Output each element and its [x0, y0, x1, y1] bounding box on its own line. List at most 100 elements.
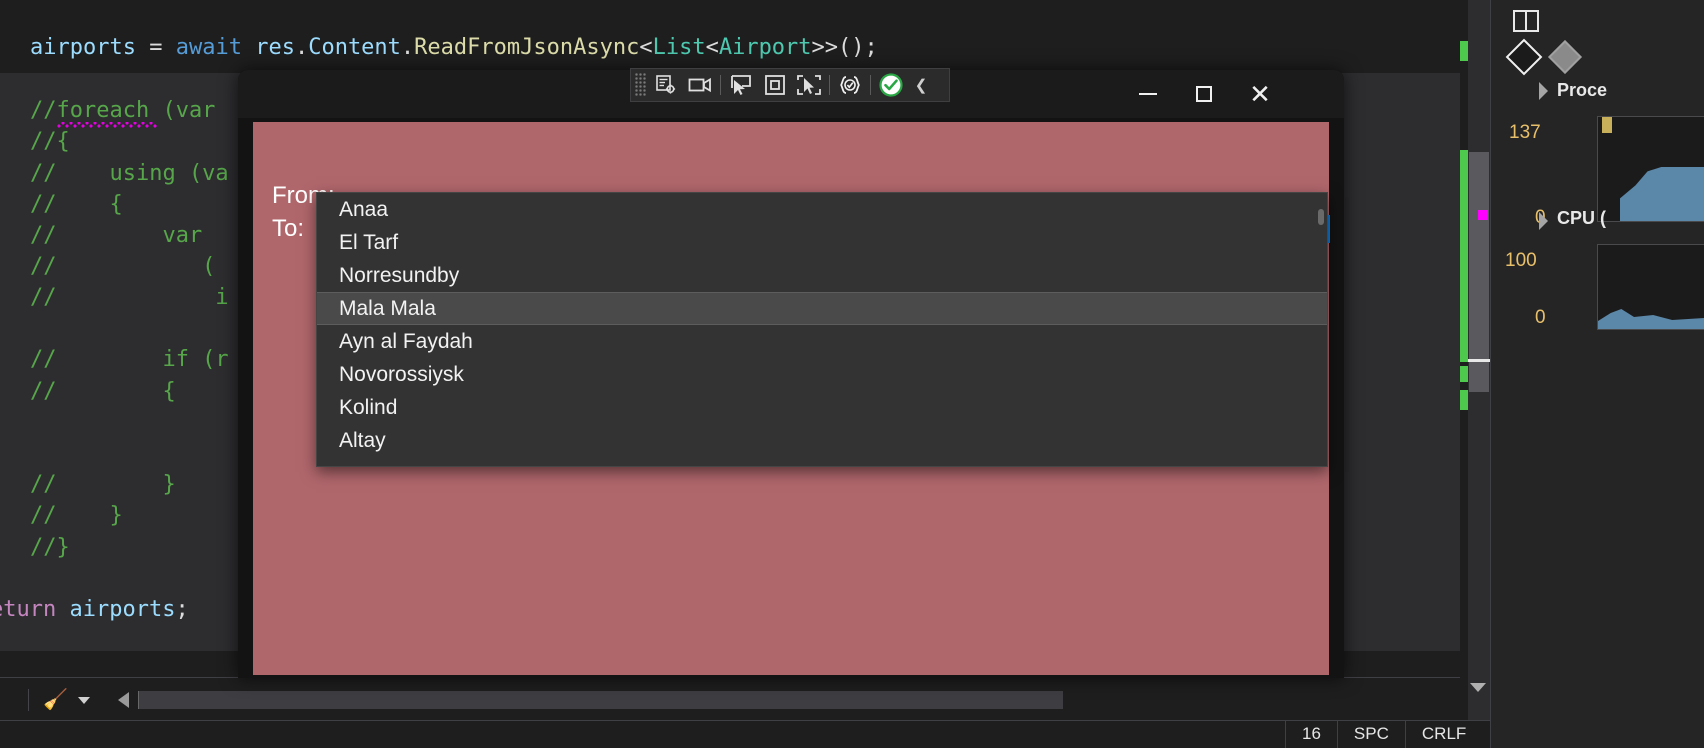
map-mark — [1460, 41, 1468, 61]
cpu-min: 0 — [1535, 307, 1546, 328]
track-focused-element-icon[interactable] — [792, 70, 826, 100]
code-token: . — [400, 35, 415, 60]
dropdown-item-label: Norresundby — [339, 263, 460, 287]
process-memory-collapse-icon[interactable] — [1539, 82, 1548, 100]
code-line: //{ — [30, 129, 70, 154]
vscroll-thumb[interactable] — [1469, 152, 1489, 392]
vscroll-down-arrow[interactable] — [1470, 683, 1486, 692]
to-combobox-dropdown[interactable]: Anaa El Tarf Norresundby Mala Mala Ayn al Fa… — [316, 192, 1328, 467]
process-memory-graph[interactable] — [1597, 116, 1704, 222]
divider — [28, 689, 29, 711]
code-token: = — [149, 35, 176, 60]
code-line: // if (r — [30, 347, 229, 372]
maximize-button[interactable] — [1176, 70, 1232, 118]
dropdown-item[interactable]: Norresundby — [317, 259, 1327, 292]
select-element-icon[interactable] — [724, 70, 758, 100]
editor-bottom-strip[interactable]: 🧹 — [0, 677, 1490, 722]
code-token: Airport — [718, 35, 812, 60]
display-layout-adorner-icon[interactable] — [758, 70, 792, 100]
code-line: // using (va — [30, 161, 229, 186]
code-token: ; — [175, 597, 189, 622]
maximize-icon — [1196, 86, 1212, 102]
code-token: Content — [308, 35, 401, 60]
code-token: //} — [30, 535, 70, 560]
hscroll-track[interactable] — [137, 691, 1063, 709]
map-mark — [1460, 366, 1468, 382]
dropdown-item[interactable]: Novorossiysk — [317, 358, 1327, 391]
close-icon: ✕ — [1249, 79, 1271, 109]
code-token: // if (r — [30, 347, 229, 372]
hscroll-thumb[interactable] — [137, 691, 139, 709]
map-mark — [1460, 150, 1468, 202]
code-line: // ( — [30, 254, 215, 279]
code-token: < — [639, 35, 653, 60]
diamond-outline-icon[interactable] — [1505, 38, 1543, 76]
code-line: // { — [30, 192, 123, 217]
close-button[interactable]: ✕ — [1232, 70, 1288, 118]
dropdown-item-label: El Tarf — [339, 230, 399, 254]
status-cell-line-ending[interactable]: CRLF — [1404, 720, 1482, 748]
divider — [870, 75, 871, 95]
map-mark — [1460, 202, 1468, 362]
code-line: // } — [30, 503, 123, 528]
dropdown-item[interactable]: Mala Mala — [317, 292, 1327, 325]
status-cell-indentation[interactable]: SPC — [1336, 720, 1405, 748]
code-token: eturn — [0, 597, 57, 622]
vscroll-caret-marker — [1468, 359, 1490, 362]
error-squiggle — [57, 122, 157, 128]
code-token: airports — [30, 35, 150, 60]
dropdown-item[interactable]: Kolind — [317, 391, 1327, 424]
screen: airports = await res.Content.ReadFromJso… — [0, 0, 1704, 748]
to-label: To: — [272, 215, 305, 242]
dropdown-list[interactable]: Anaa El Tarf Norresundby Mala Mala Ayn al Fa… — [317, 193, 1327, 457]
record-camera-icon[interactable] — [683, 70, 717, 100]
code-cleanup-icon[interactable]: 🧹 — [43, 690, 68, 710]
minimize-button[interactable] — [1120, 70, 1176, 118]
code-line: //} — [30, 535, 70, 560]
editor-scroll-map — [1460, 0, 1468, 722]
code-token: // var — [30, 223, 216, 248]
diamond-filled-icon[interactable] — [1548, 40, 1582, 74]
cpu-graph[interactable] — [1597, 244, 1704, 330]
code-token: . — [294, 35, 309, 60]
map-mark — [1460, 390, 1468, 410]
toolbar-collapse-chevron-left-icon[interactable]: ❮ — [908, 70, 934, 100]
hscroll-left-arrow[interactable] — [117, 692, 129, 708]
code-line: //foreach (var — [30, 98, 229, 123]
code-cleanup-dropdown-icon[interactable] — [77, 696, 90, 704]
code-token: res — [255, 35, 295, 60]
status-cell-column[interactable]: 16 — [1285, 720, 1337, 748]
dropdown-item[interactable]: El Tarf — [317, 226, 1327, 259]
go-to-live-visual-tree-icon[interactable] — [649, 70, 683, 100]
code-token: >>(); — [811, 35, 878, 60]
dropdown-item[interactable]: Anaa — [317, 193, 1327, 226]
code-token: // ( — [30, 254, 216, 279]
editor-vertical-scrollbar[interactable] — [1468, 0, 1490, 722]
code-token: //{ — [30, 129, 70, 154]
hot-reload-enabled-check-icon[interactable] — [874, 70, 908, 100]
code-token: // { — [30, 192, 123, 217]
diagnostic-tools-panel[interactable]: Proce 137 0 CPU ( 100 0 Summa Events ❮❮❮… — [1490, 0, 1704, 748]
code-token: List — [652, 35, 706, 60]
live-visual-tree-toolbar[interactable]: ❮ — [630, 68, 950, 102]
code-line: eturn airports; — [0, 597, 189, 622]
code-token: // } — [30, 503, 123, 528]
code-line: // i — [30, 285, 229, 310]
dropdown-item[interactable]: Ayn al Faydah — [317, 325, 1327, 358]
dropdown-item-label: Anaa — [339, 197, 389, 221]
code-token: //foreach (var — [30, 98, 229, 123]
dropdown-scrollbar-thumb[interactable] — [1318, 209, 1324, 225]
xaml-hot-reload-icon[interactable] — [833, 70, 867, 100]
code-token: // using (va — [30, 161, 229, 186]
code-line: // } — [30, 472, 176, 497]
dropdown-item[interactable]: Altay — [317, 424, 1327, 457]
code-line: // var — [30, 223, 215, 248]
process-memory-max: 137 — [1509, 122, 1541, 143]
split-view-icon[interactable] — [1513, 10, 1539, 32]
drag-grip[interactable] — [635, 73, 647, 97]
dropdown-item-label: Kolind — [339, 395, 398, 419]
minimize-icon — [1139, 93, 1157, 95]
code-token: ReadFromJsonAsync — [414, 35, 640, 60]
code-line: // { — [30, 379, 176, 404]
cpu-collapse-icon[interactable] — [1539, 212, 1548, 230]
